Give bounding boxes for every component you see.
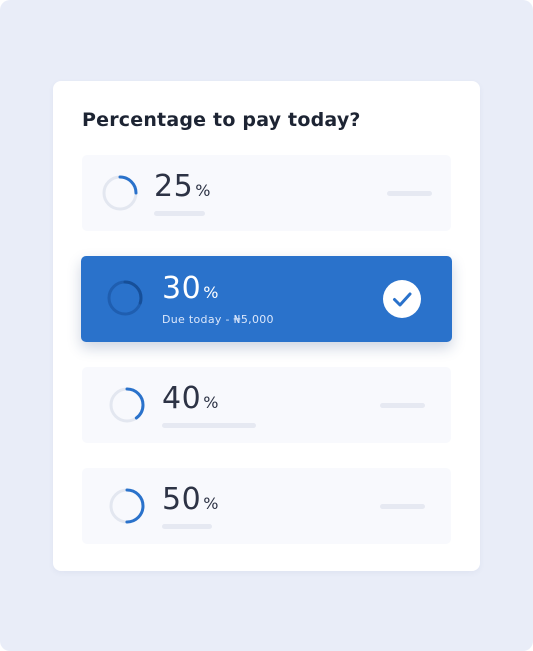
percentage-value: 25% — [154, 169, 211, 204]
placeholder-line — [154, 211, 205, 216]
percentage-value: 40% — [162, 381, 219, 416]
progress-ring-icon — [108, 386, 146, 424]
percentage-value: 30% — [162, 271, 219, 306]
option-40-percent[interactable]: 40% — [82, 367, 451, 443]
option-50-percent[interactable]: 50% — [82, 468, 451, 544]
percentage-value: 50% — [162, 482, 219, 517]
progress-ring-icon — [101, 174, 139, 212]
progress-ring-icon — [106, 279, 144, 317]
due-today-text: Due today - ₦5,000 — [162, 313, 274, 326]
option-30-percent[interactable]: 30% Due today - ₦5,000 — [81, 256, 452, 342]
placeholder-line — [387, 191, 432, 196]
option-25-percent[interactable]: 25% — [82, 155, 451, 231]
check-circle-icon — [383, 280, 421, 318]
card-title: Percentage to pay today? — [82, 109, 361, 131]
placeholder-line — [162, 423, 256, 428]
placeholder-line — [380, 403, 425, 408]
placeholder-line — [380, 504, 425, 509]
placeholder-line — [162, 524, 212, 529]
payment-percentage-card: Percentage to pay today? 25% 30% Due tod… — [53, 81, 480, 571]
progress-ring-icon — [108, 487, 146, 525]
